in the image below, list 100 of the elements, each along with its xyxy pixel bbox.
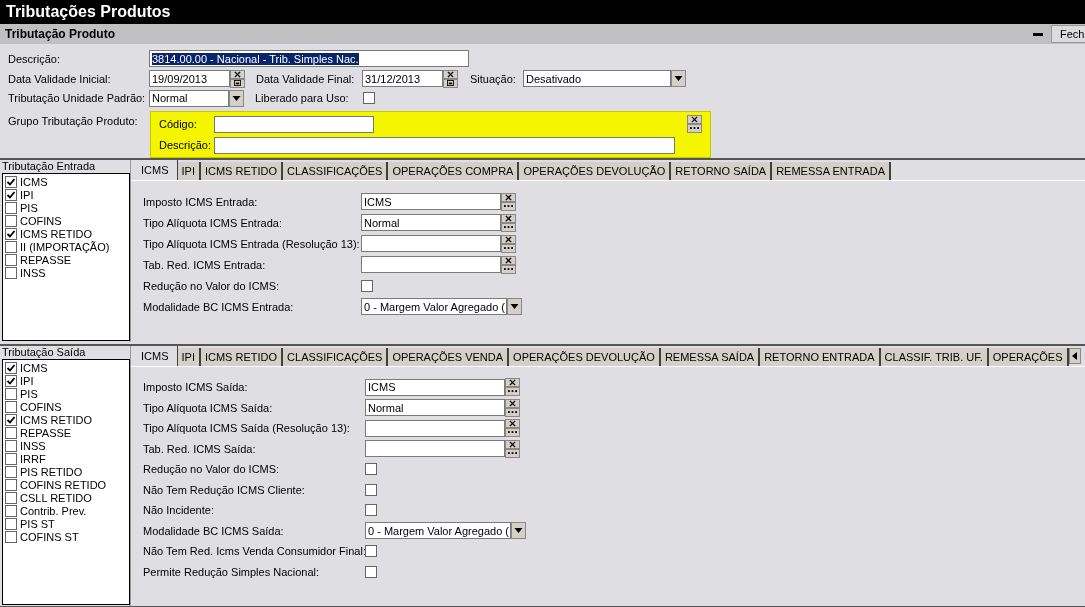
lookup-button[interactable] (505, 387, 520, 397)
checkbox[interactable] (5, 188, 17, 201)
checkbox[interactable] (5, 253, 17, 266)
tab[interactable]: REMESSA ENTRADA (772, 162, 891, 180)
tab[interactable]: OPERAÇÕES VENDA (388, 348, 510, 366)
lookup-field[interactable]: Normal (361, 214, 501, 231)
checkbox[interactable] (5, 426, 17, 439)
lookup-field[interactable] (365, 440, 505, 458)
field-label: Imposto ICMS Entrada: (143, 195, 259, 208)
lookup-button[interactable] (501, 264, 516, 274)
tab[interactable]: OPERAÇÕES DEVOLUÇÃO (519, 162, 672, 180)
checkbox[interactable] (5, 504, 17, 517)
clear-button[interactable] (501, 213, 516, 223)
checkbox[interactable] (5, 530, 17, 543)
checkbox[interactable] (5, 517, 17, 530)
date-field[interactable]: 19/09/2013 (149, 70, 230, 87)
checkbox[interactable] (365, 565, 377, 578)
clear-button[interactable] (687, 115, 702, 124)
field-label: Não Incidente: (143, 504, 215, 517)
unit-dropdown[interactable]: Normal (149, 89, 229, 107)
checkbox[interactable] (5, 240, 17, 253)
clear-button[interactable] (505, 419, 520, 429)
clear-button[interactable] (505, 439, 520, 449)
tab[interactable]: RETORNO ENTRADA (760, 348, 881, 366)
field-label: Código: (159, 118, 198, 130)
checkbox[interactable] (5, 413, 17, 426)
tab[interactable]: CLASSIFICAÇÕES (283, 162, 389, 180)
checkbox[interactable] (5, 387, 17, 400)
checkbox[interactable] (5, 201, 17, 214)
clear-button[interactable] (443, 69, 458, 79)
dropdown-button[interactable] (229, 89, 244, 107)
tab[interactable]: REMESSA SAÍDA (660, 348, 761, 366)
clear-button[interactable] (230, 69, 245, 79)
checkbox[interactable] (363, 92, 375, 105)
tab[interactable]: ICMS RETIDO (200, 348, 284, 366)
ellipsis-icon (504, 204, 513, 208)
tab[interactable]: IPI (177, 162, 201, 180)
checkbox[interactable] (365, 463, 377, 476)
dropdown-button[interactable] (511, 522, 526, 540)
checkbox[interactable] (5, 175, 17, 188)
lookup-button[interactable] (501, 243, 516, 253)
checkbox[interactable] (5, 465, 17, 478)
checkbox[interactable] (5, 374, 17, 387)
lookup-field[interactable] (361, 235, 501, 252)
tab[interactable]: OPERAÇÕES DEVOLUÇÃO (509, 348, 661, 366)
dropdown-field[interactable]: 0 - Margem Valor Agregado ( (361, 298, 507, 315)
tab[interactable]: RETORNO SAÍDA (671, 162, 773, 180)
lookup-field[interactable]: ICMS (365, 378, 505, 396)
tab[interactable]: OPERAÇÕES COMPRA (388, 162, 520, 180)
status-dropdown[interactable]: Desativado (523, 70, 671, 87)
checkbox[interactable] (365, 483, 377, 496)
close-icon (505, 214, 512, 222)
tab[interactable]: ICMS RETIDO (200, 162, 284, 180)
description-field[interactable] (214, 136, 675, 154)
calendar-button[interactable] (230, 78, 245, 88)
checkbox[interactable] (5, 452, 17, 465)
lookup-field[interactable]: ICMS (361, 193, 501, 210)
tab[interactable]: CLASSIFICAÇÕES (283, 348, 389, 366)
dropdown-button[interactable] (507, 298, 522, 315)
tab[interactable]: OPERAÇÕES (988, 348, 1069, 366)
lookup-button[interactable] (501, 201, 516, 211)
lookup-button[interactable] (501, 222, 516, 232)
lookup-field[interactable] (365, 419, 505, 437)
field-label: Tipo Alíquota ICMS Saída (Resolução 13): (143, 422, 351, 435)
checkbox[interactable] (5, 266, 17, 279)
ellipsis-icon (508, 451, 517, 455)
tab[interactable]: CLASSIF. TRIB. UF. (880, 348, 989, 366)
dropdown-field[interactable]: 0 - Margem Valor Agregado ( (365, 522, 511, 540)
calendar-button[interactable] (443, 78, 458, 88)
clear-button[interactable] (501, 234, 516, 244)
checkbox[interactable] (5, 478, 17, 491)
checkbox[interactable] (5, 227, 17, 240)
lookup-button[interactable] (687, 124, 702, 133)
checkbox[interactable] (5, 400, 17, 413)
left-arrow-icon (1072, 352, 1077, 360)
field-label: Modalidade BC ICMS Saída: (143, 524, 285, 537)
lookup-button[interactable] (505, 407, 520, 417)
description-field[interactable]: 3814.00.00 - Nacional - Trib. Simples Nac. (149, 50, 469, 68)
checkbox[interactable] (5, 491, 17, 504)
date-field[interactable]: 31/12/2013 (362, 70, 443, 87)
dropdown-button[interactable] (671, 70, 686, 87)
close-button[interactable]: Fech (1051, 25, 1085, 43)
field-label: Data Validade Inicial: (8, 72, 112, 85)
lookup-field[interactable]: Normal (365, 399, 505, 417)
calendar-icon (447, 80, 454, 86)
tab[interactable]: IPI (177, 348, 201, 366)
checkbox[interactable] (5, 361, 17, 374)
clear-button[interactable] (505, 398, 520, 408)
checkbox[interactable] (5, 214, 17, 227)
code-field[interactable] (214, 115, 374, 133)
clear-button[interactable] (505, 378, 520, 388)
checkbox[interactable] (5, 439, 17, 452)
checkbox[interactable] (361, 279, 373, 292)
lookup-button[interactable] (505, 428, 520, 438)
lookup-button[interactable] (505, 448, 520, 458)
checkbox[interactable] (365, 504, 377, 517)
checkbox[interactable] (365, 545, 377, 558)
lookup-field[interactable] (361, 256, 501, 273)
clear-button[interactable] (501, 192, 516, 202)
clear-button[interactable] (501, 255, 516, 265)
